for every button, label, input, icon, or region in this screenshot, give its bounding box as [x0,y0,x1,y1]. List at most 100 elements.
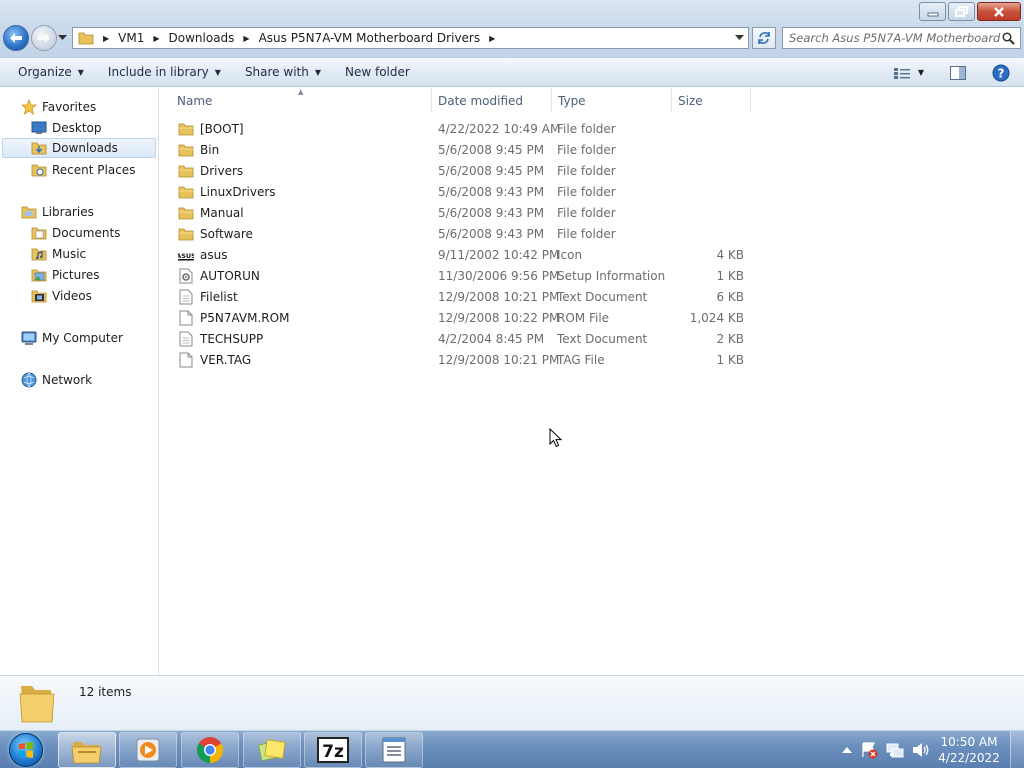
new-folder-button[interactable]: New folder [336,58,419,87]
nav-favorites[interactable]: Favorites [20,97,96,117]
address-bar[interactable]: ▶ VM1 ▶ Downloads ▶ Asus P5N7A-VM Mother… [72,27,749,49]
file-date-modified: 5/6/2008 9:45 PM [438,163,545,178]
breadcrumb-current-folder[interactable]: Asus P5N7A-VM Motherboard Drivers [259,31,481,45]
nav-favorites-label: Favorites [42,100,97,114]
text-file-icon [178,331,194,347]
show-desktop-button[interactable] [1010,731,1024,768]
show-hidden-icons-button[interactable] [842,746,852,754]
mouse-cursor-icon [549,428,563,448]
title-bar: ▶ VM1 ▶ Downloads ▶ Asus P5N7A-VM Mother… [0,0,1024,58]
navigation-pane: Favorites Desktop Downloads Recent Place… [0,88,159,675]
file-size: 4 KB [716,247,744,262]
file-row[interactable]: P5N7AVM.ROM 12/9/2008 10:22 PM ROM File 1,0… [176,307,754,328]
breadcrumb-vm1[interactable]: VM1 [118,31,144,45]
nav-downloads[interactable]: Downloads [2,138,156,158]
desktop-icon [30,120,48,136]
taskbar-file-explorer[interactable] [58,732,116,768]
help-button[interactable]: ? [992,64,1010,82]
file-type: TAG File [557,352,605,367]
details-pane: 12 items [0,675,1024,730]
address-dropdown-icon[interactable] [735,35,744,41]
taskbar-notepad[interactable] [365,732,423,768]
file-size: 1 KB [716,268,744,283]
nav-videos[interactable]: Videos [30,286,92,306]
back-button[interactable] [3,25,29,51]
include-in-library-label: Include in library [107,65,209,79]
file-name: [BOOT] [200,121,244,136]
include-in-library-button[interactable]: Include in library ▼ [99,58,230,87]
nav-documents[interactable]: Documents [30,223,120,243]
start-button[interactable] [4,732,48,768]
close-button[interactable] [977,2,1021,21]
breadcrumb-separator-icon: ▶ [243,33,250,43]
file-name: Manual [200,205,244,220]
nav-network[interactable]: Network [20,370,92,390]
refresh-button[interactable] [752,27,776,49]
file-row[interactable]: Filelist 12/9/2008 10:21 PM Text Document 6… [176,286,754,307]
column-header-date-modified[interactable]: Date modified [432,88,552,113]
taskbar-media-player[interactable] [119,732,177,768]
file-row[interactable]: Manual 5/6/2008 9:43 PM File folder [176,202,754,223]
share-with-button[interactable]: Share with ▼ [236,58,330,87]
pictures-icon [30,267,48,283]
nav-music[interactable]: Music [30,244,86,264]
views-button[interactable]: ▼ [893,67,924,79]
search-box[interactable] [782,27,1021,49]
preview-pane-button[interactable] [950,65,966,80]
breadcrumb-separator-icon: ▶ [153,33,160,43]
file-name: AUTORUN [200,268,260,283]
share-with-label: Share with [244,65,309,79]
notepad-icon [382,737,406,763]
network-status-icon[interactable] [886,741,904,759]
nav-libraries[interactable]: Libraries [20,202,94,222]
chevron-down-icon: ▼ [314,67,321,77]
asus-logo-icon: ASUS [178,247,194,263]
file-type: File folder [557,184,616,199]
nav-recent-places[interactable]: Recent Places [30,160,135,180]
maximize-button[interactable] [948,2,975,21]
file-row[interactable]: LinuxDrivers 5/6/2008 9:43 PM File folder [176,181,754,202]
file-row[interactable]: Software 5/6/2008 9:43 PM File folder [176,223,754,244]
file-name-cell: AUTORUN [178,265,260,286]
file-date-modified: 12/9/2008 10:22 PM [438,310,560,325]
file-name: P5N7AVM.ROM [200,310,290,325]
nav-desktop[interactable]: Desktop [30,118,102,138]
search-input[interactable] [789,31,1001,45]
file-size: 2 KB [716,331,744,346]
documents-icon [30,225,48,241]
file-size [646,118,744,139]
file-row[interactable]: VER.TAG 12/9/2008 10:21 PM TAG File 1 KB [176,349,754,370]
search-icon[interactable] [1002,32,1015,45]
file-name-cell: Software [178,223,253,244]
file-date-modified: 9/11/2002 10:42 PM [438,247,560,262]
file-type: Text Document [557,331,648,346]
column-header-size[interactable]: Size [672,88,751,113]
action-center-icon[interactable] [860,741,878,759]
folder-icon [178,163,194,179]
nav-my-computer[interactable]: My Computer [20,328,123,348]
file-row[interactable]: ASUS asus 9/11/2002 10:42 PM Icon 4 KB [176,244,754,265]
minimize-button[interactable] [919,2,946,21]
chevron-down-icon: ▼ [214,67,221,77]
forward-button[interactable] [31,25,57,51]
breadcrumb-downloads[interactable]: Downloads [169,31,235,45]
arrow-right-icon [38,33,50,43]
organize-button[interactable]: Organize ▼ [0,58,93,87]
file-row[interactable]: Drivers 5/6/2008 9:45 PM File folder [176,160,754,181]
star-icon [20,99,38,115]
file-list: Name ▲ Date modified Type Size [BOOT] 4/2… [160,88,1024,675]
system-clock[interactable]: 10:50 AM 4/22/2022 [934,734,1004,766]
column-header-name[interactable]: Name ▲ [160,88,432,113]
file-name-cell: P5N7AVM.ROM [178,307,289,328]
file-row[interactable]: TECHSUPP 4/2/2004 8:45 PM Text Document 2 K… [176,328,754,349]
taskbar-7zip[interactable]: 7z [304,732,362,768]
file-row[interactable]: AUTORUN 11/30/2006 9:56 PM Setup Informati… [176,265,754,286]
nav-pictures[interactable]: Pictures [30,265,100,285]
volume-icon[interactable] [912,742,930,758]
file-row[interactable]: Bin 5/6/2008 9:45 PM File folder [176,139,754,160]
file-row[interactable]: [BOOT] 4/22/2022 10:49 AM File folder [176,118,754,139]
taskbar-sticky-notes[interactable] [243,732,301,768]
column-header-type[interactable]: Type [552,88,672,113]
recent-pages-dropdown-icon[interactable] [58,35,67,41]
taskbar-chrome[interactable] [181,732,239,768]
